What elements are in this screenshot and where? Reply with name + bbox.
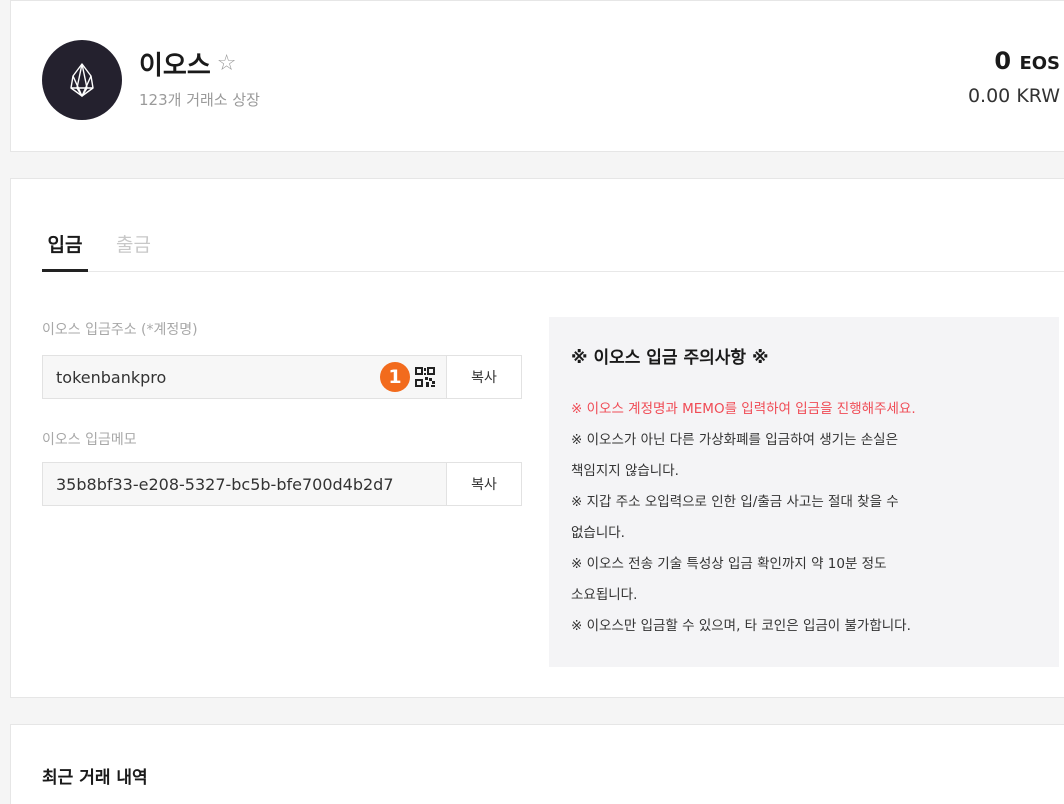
memo-field: 35b8bf33-e208-5327-bc5b-bfe700d4b2d7 복사 — [42, 462, 522, 506]
notice-line: ※ 이오스만 입금할 수 있으며, 타 코인은 입금이 불가합니다. — [571, 618, 911, 634]
eos-logo-icon — [42, 40, 122, 120]
memo-label: 이오스 입금메모 — [42, 432, 137, 448]
coin-header-card: 이오스 ☆ 123개 거래소 상장 0 EOS 0.00 KRW — [10, 0, 1064, 152]
notice-line: ※ 이오스 전송 기술 특성상 입금 확인까지 약 10분 정도 — [571, 556, 887, 572]
address-label: 이오스 입금주소 (*계정명) — [42, 322, 198, 338]
notice-line: 없습니다. — [571, 525, 625, 541]
listing-count: 123개 거래소 상장 — [139, 91, 260, 109]
deposit-tabs: 입금 출금 — [42, 230, 1064, 272]
notice-line: ※ 이오스 계정명과 MEMO를 입력하여 입금을 진행해주세요. — [571, 401, 916, 417]
address-value: tokenbankpro — [56, 367, 167, 387]
history-title: 최근 거래 내역 — [42, 768, 148, 788]
balance-value: 0 — [994, 47, 1012, 75]
notice-line: 소요됩니다. — [571, 587, 638, 603]
coin-title: 이오스 ☆ — [139, 45, 237, 82]
balance-unit: EOS — [1019, 53, 1060, 74]
deposit-card: 입금 출금 이오스 입금주소 (*계정명) tokenbankpro 복사 이오… — [10, 178, 1064, 698]
address-field: tokenbankpro 복사 — [42, 355, 522, 399]
notice-line: ※ 지갑 주소 오입력으로 인한 입/출금 사고는 절대 찾을 수 — [571, 494, 899, 510]
notice-line: ※ 이오스가 아닌 다른 가상화폐를 입금하여 생기는 손실은 — [571, 432, 899, 448]
star-outline-icon[interactable]: ☆ — [217, 51, 237, 76]
memo-value[interactable]: 35b8bf33-e208-5327-bc5b-bfe700d4b2d7 — [43, 463, 447, 505]
balance-krw: 0.00 KRW — [967, 85, 1060, 107]
notice-title: ※ 이오스 입금 주의사항 ※ — [571, 348, 769, 368]
balance-amount: 0 EOS — [994, 47, 1060, 75]
copy-address-button[interactable]: 복사 — [447, 356, 521, 398]
qr-code-icon[interactable] — [414, 366, 436, 388]
deposit-notice: ※ 이오스 입금 주의사항 ※ ※ 이오스 계정명과 MEMO를 입력하여 입금… — [549, 317, 1059, 667]
copy-memo-button[interactable]: 복사 — [447, 463, 521, 505]
tab-deposit[interactable]: 입금 — [42, 230, 88, 272]
step-badge: 1 — [380, 362, 410, 392]
notice-line: 책임지지 않습니다. — [571, 463, 679, 479]
tab-withdraw[interactable]: 출금 — [116, 230, 151, 272]
history-card: 최근 거래 내역 — [10, 724, 1064, 804]
coin-name: 이오스 — [139, 51, 211, 81]
